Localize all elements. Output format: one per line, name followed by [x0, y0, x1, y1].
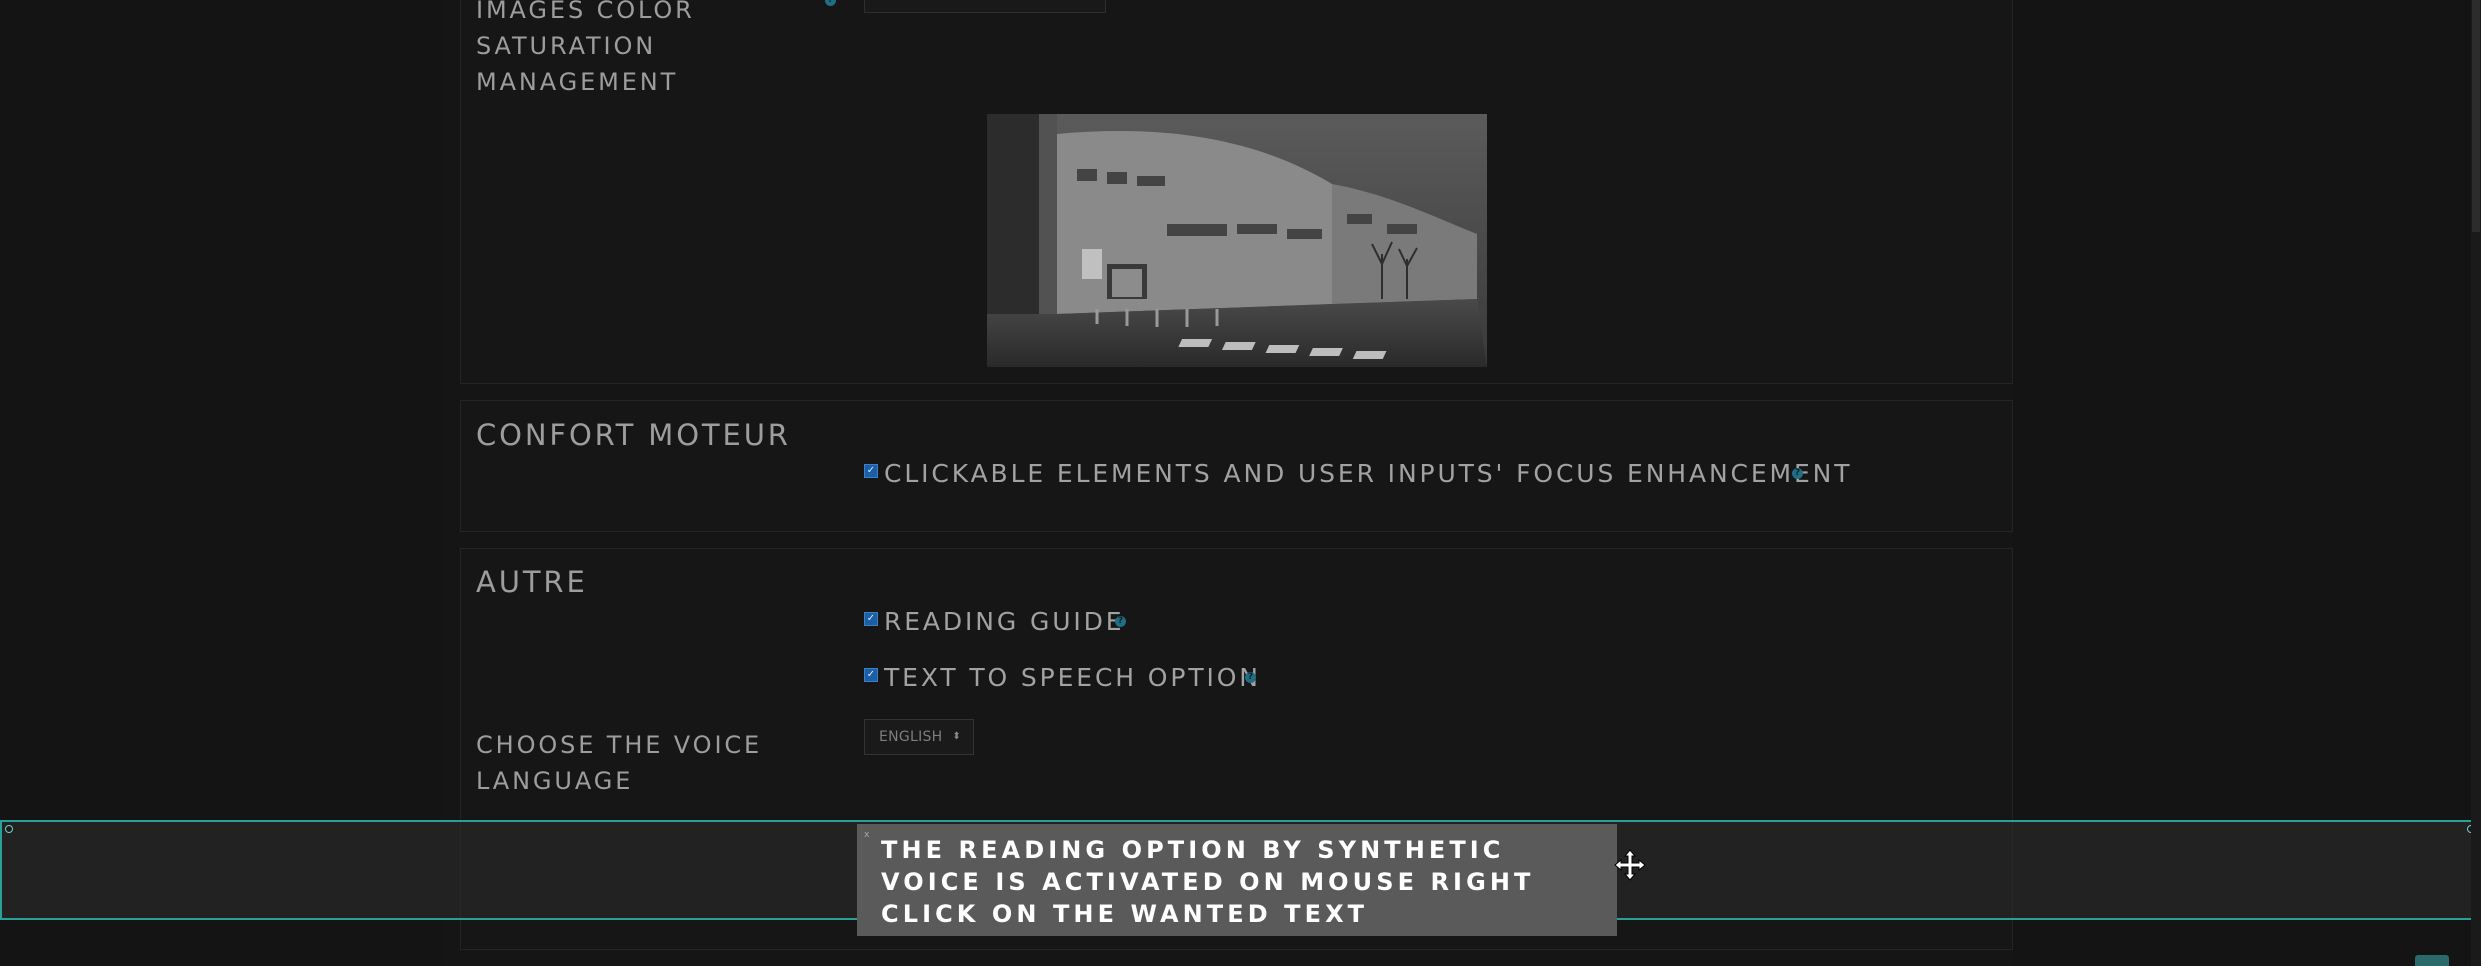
updown-caret-icon: ⬍ — [952, 731, 961, 742]
focus-enhancement-checkbox[interactable]: ✓ — [864, 464, 878, 478]
preview-building-image — [987, 114, 1487, 367]
tooltip-close-icon[interactable]: x — [864, 830, 869, 840]
label-line: SATURATION — [476, 32, 657, 60]
vertical-scrollbar[interactable] — [2471, 0, 2481, 966]
text-to-speech-label: TEXT TO SPEECH OPTION — [884, 663, 1261, 692]
help-icon[interactable]: ? — [1792, 468, 1803, 479]
building-photo — [987, 114, 1487, 367]
scrollbar-thumb[interactable] — [2472, 0, 2480, 232]
label-line: LANGUAGE — [476, 767, 634, 795]
label-line: CHOOSE THE VOICE — [476, 731, 763, 759]
tooltip-text: THE READING OPTION BY SYNTHETIC VOICE IS… — [881, 836, 1535, 928]
move-cursor-icon — [1614, 849, 1646, 881]
saturation-select[interactable] — [864, 0, 1106, 13]
help-icon[interactable]: ? — [1245, 672, 1256, 683]
back-to-top-button[interactable] — [2415, 955, 2449, 966]
reading-guide-label: READING GUIDE — [884, 607, 1125, 636]
other-section-title: AUTRE — [476, 565, 588, 599]
label-line: MANAGEMENT — [476, 68, 679, 96]
reading-guide-checkbox[interactable]: ✓ — [864, 612, 878, 626]
voice-language-select[interactable]: ENGLISH ⬍ — [864, 719, 974, 755]
text-to-speech-tooltip: x THE READING OPTION BY SYNTHETIC VOICE … — [857, 824, 1617, 936]
images-saturation-label: IMAGES COLOR SATURATION MANAGEMENT — [476, 0, 695, 100]
voice-language-value: ENGLISH — [879, 729, 943, 745]
label-line: IMAGES COLOR — [476, 0, 695, 24]
text-to-speech-checkbox[interactable]: ✓ — [864, 668, 878, 682]
motor-section-title: CONFORT MOTEUR — [476, 418, 791, 452]
voice-language-label: CHOOSE THE VOICE LANGUAGE — [476, 727, 762, 799]
guide-resize-handle-left[interactable] — [5, 825, 13, 833]
help-icon[interactable]: ? — [1115, 616, 1126, 627]
focus-enhancement-label: CLICKABLE ELEMENTS AND USER INPUTS' FOCU… — [884, 459, 1853, 488]
